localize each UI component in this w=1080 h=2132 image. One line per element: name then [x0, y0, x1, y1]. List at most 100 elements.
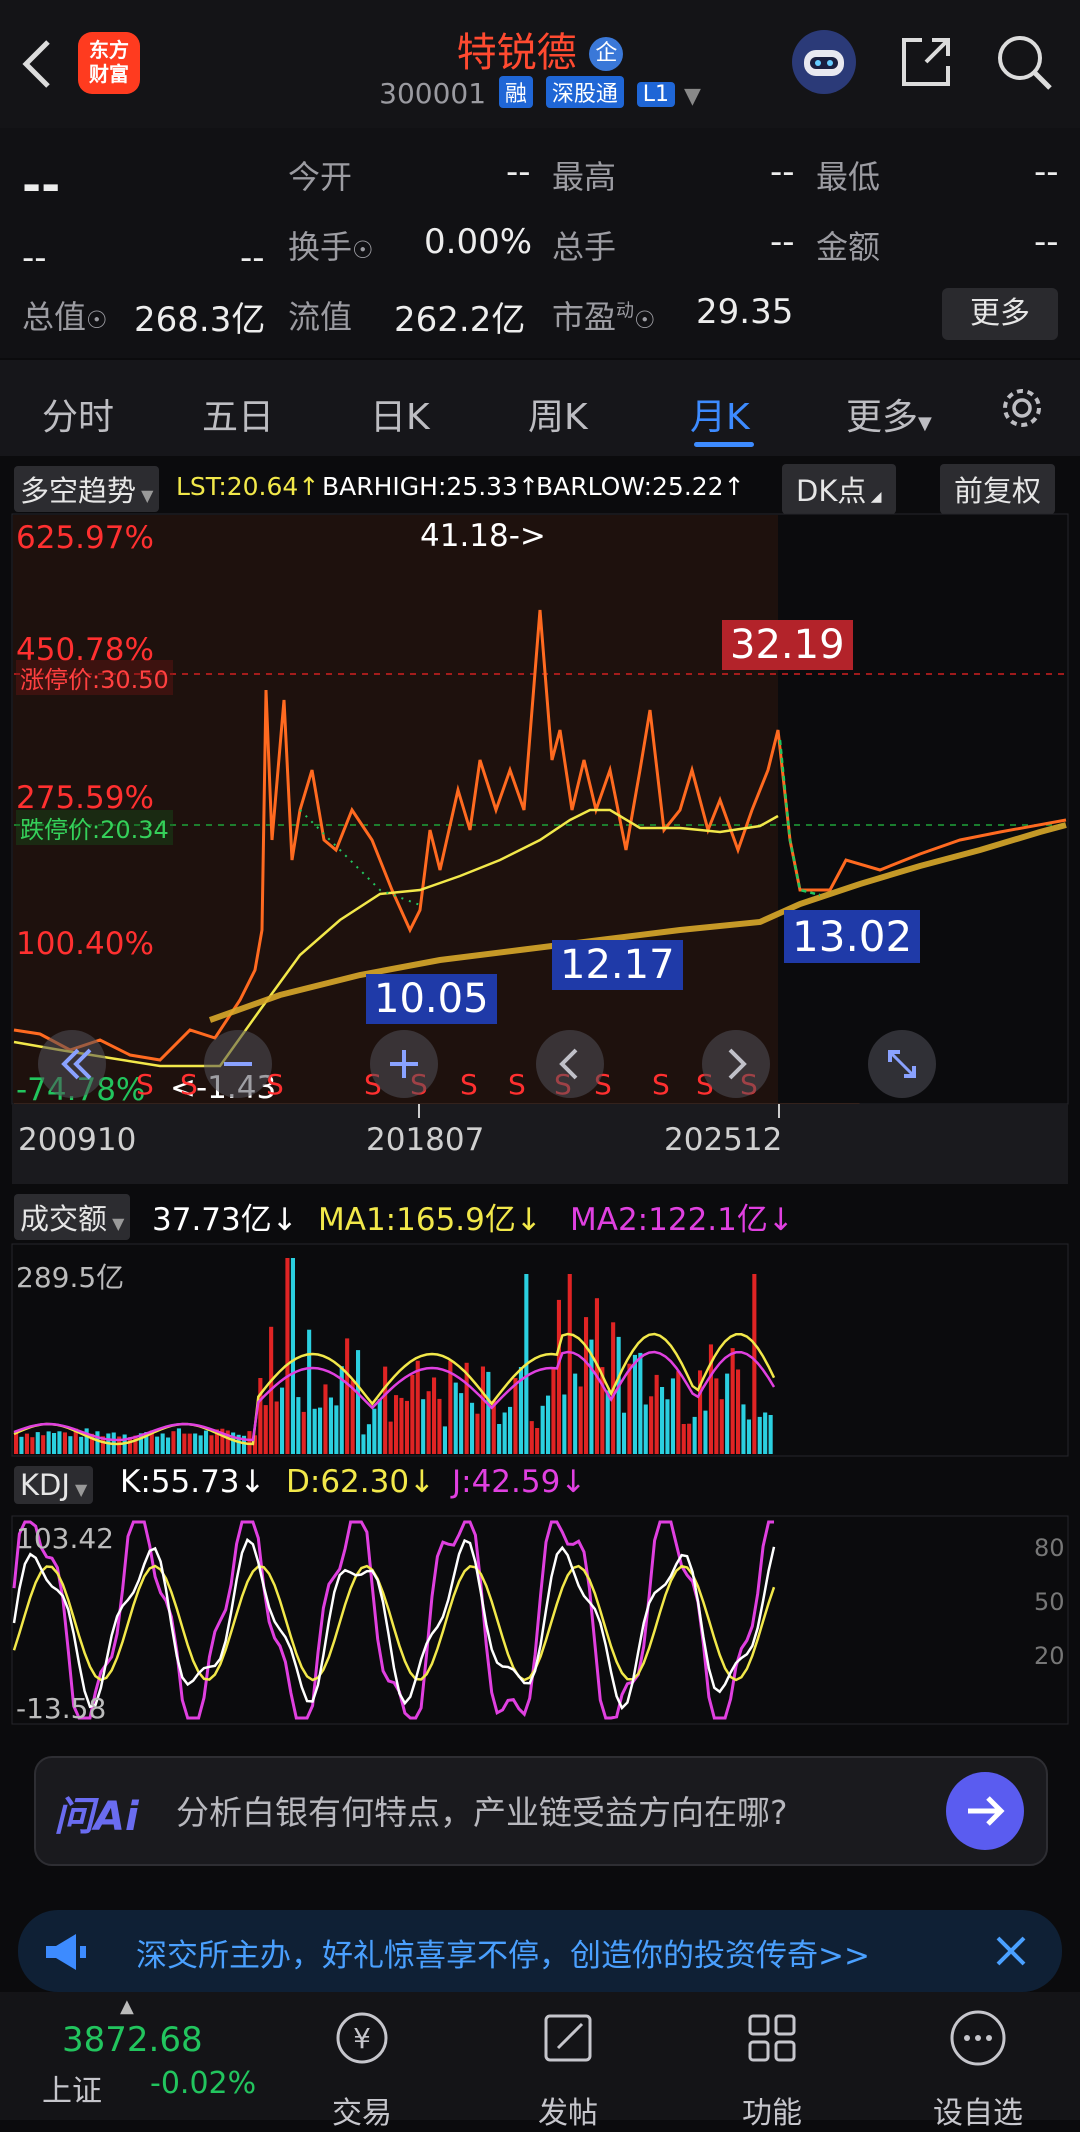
- volume-bar: [546, 1395, 551, 1454]
- trend-indicator-select[interactable]: 多空趋势 ▼: [14, 466, 160, 512]
- more-dots-icon[interactable]: [946, 2006, 1010, 2070]
- zoom-in-button[interactable]: [370, 1030, 438, 1098]
- volume-bar: [171, 1431, 176, 1454]
- volume-bar: [182, 1433, 187, 1454]
- tab-five-day[interactable]: 五日: [202, 388, 274, 440]
- pct-label-4: 100.40%: [16, 926, 154, 962]
- volume-bar: [366, 1424, 371, 1454]
- more-button[interactable]: 更多: [942, 288, 1058, 340]
- volume-bar: [166, 1437, 171, 1454]
- price-box-c: 13.02: [784, 910, 921, 963]
- scroll-left-button[interactable]: [536, 1030, 604, 1098]
- volume-ma2: MA2:122.1亿↓: [570, 1202, 794, 1238]
- forward-adjust-button[interactable]: 前复权: [940, 464, 1056, 514]
- volume-bar: [323, 1384, 328, 1454]
- kdj-indicator-select[interactable]: KDJ ▼: [14, 1466, 94, 1504]
- search-icon[interactable]: [994, 32, 1054, 92]
- x-axis-bar: [12, 1104, 1068, 1184]
- volume-bar: [632, 1354, 637, 1454]
- ai-question-bar[interactable]: 问Ai 分析白银有何特点，产业链受益方向在哪?: [34, 1756, 1048, 1866]
- index-name[interactable]: 上证: [42, 2066, 102, 2110]
- settings-gear-icon[interactable]: [998, 384, 1046, 432]
- volume-value: --: [770, 222, 795, 262]
- kdj-d-value: D:62.30↓: [286, 1464, 436, 1500]
- volume-bar: [627, 1363, 632, 1454]
- dk-point-button[interactable]: DK点 ◢: [782, 464, 896, 514]
- volume-bar: [46, 1431, 51, 1454]
- fullscreen-icon[interactable]: [868, 1030, 936, 1098]
- caret-up-icon: ▲: [120, 1996, 134, 2017]
- caret-down-icon: ▼: [136, 486, 154, 505]
- tab-monthly-k[interactable]: 月K: [690, 388, 750, 440]
- volume-bar: [394, 1395, 399, 1454]
- volume-bar: [556, 1299, 561, 1454]
- volume-bar: [535, 1428, 540, 1454]
- volume-bar: [432, 1377, 437, 1454]
- volume-bar: [676, 1371, 681, 1454]
- volume-bar: [687, 1423, 692, 1454]
- turnover-value: 0.00%: [424, 222, 533, 262]
- functions-icon[interactable]: [740, 2006, 804, 2070]
- nav-trade[interactable]: 交易: [297, 2088, 427, 2132]
- zoom-out-button[interactable]: [204, 1030, 272, 1098]
- amount-value: --: [1034, 222, 1059, 262]
- volume-chart: [11, 1243, 1069, 1457]
- price-change-pct: --: [240, 238, 265, 278]
- share-icon[interactable]: [896, 32, 956, 92]
- robot-assistant-icon[interactable]: [790, 28, 858, 96]
- volume-bar: [660, 1387, 665, 1454]
- trade-icon[interactable]: ¥: [330, 2006, 394, 2070]
- volume-bar: [377, 1399, 382, 1454]
- lst-value: LST:20.64↑: [176, 472, 320, 501]
- tab-daily-k[interactable]: 日K: [370, 388, 430, 440]
- volume-bar: [670, 1378, 675, 1454]
- volume-bar: [19, 1436, 24, 1454]
- volume-bar: [730, 1348, 735, 1454]
- total-value-label: 总值☉: [22, 298, 108, 336]
- index-value[interactable]: 3872.68: [62, 2020, 203, 2060]
- tab-intraday[interactable]: 分时: [42, 388, 114, 440]
- volume-bar: [404, 1400, 409, 1454]
- ai-question-text: 分析白银有何特点，产业链受益方向在哪?: [176, 1793, 788, 1832]
- volume-bar: [296, 1397, 301, 1454]
- volume-bar: [383, 1366, 388, 1454]
- kdj-chart: [11, 1515, 1069, 1725]
- volume-indicator-select[interactable]: 成交额 ▼: [14, 1194, 131, 1240]
- kdj-max-label: 103.42: [16, 1522, 114, 1555]
- x-label-mid: 201807: [366, 1122, 485, 1158]
- volume-bar: [274, 1401, 279, 1454]
- volume-bar: [529, 1421, 534, 1454]
- info-icon: ☉: [86, 306, 108, 334]
- volume-bar: [665, 1399, 670, 1454]
- scroll-right-button[interactable]: [702, 1030, 770, 1098]
- close-icon[interactable]: [986, 1926, 1036, 1976]
- volume-bar: [719, 1399, 724, 1454]
- scroll-left-fast-button[interactable]: [38, 1030, 106, 1098]
- volume-ma1: MA1:165.9亿↓: [318, 1202, 542, 1238]
- volume-bar: [508, 1406, 513, 1454]
- x-label-start: 200910: [18, 1122, 137, 1158]
- volume-bar: [334, 1405, 339, 1454]
- float-value: 262.2亿: [394, 300, 526, 340]
- nav-watchlist[interactable]: 设自选: [913, 2088, 1043, 2132]
- index-change[interactable]: -0.02%: [150, 2066, 256, 2101]
- nav-functions[interactable]: 功能: [707, 2088, 837, 2132]
- kdj-j-value: J:42.59↓: [452, 1464, 587, 1500]
- volume-bar: [573, 1373, 578, 1454]
- volume-bar: [415, 1360, 420, 1454]
- volume-bar: [757, 1416, 762, 1454]
- promo-banner[interactable]: 深交所主办，好礼惊喜享不停，创造你的投资传奇>>: [18, 1910, 1062, 1992]
- nav-post[interactable]: 发帖: [503, 2088, 633, 2132]
- post-icon[interactable]: [536, 2006, 600, 2070]
- volume-bar: [193, 1433, 198, 1454]
- turnover-label: 换手☉: [288, 228, 374, 266]
- arrow-right-icon[interactable]: [946, 1772, 1024, 1850]
- tab-weekly-k[interactable]: 周K: [528, 388, 588, 440]
- top-price-marker: 41.18->: [420, 518, 546, 554]
- megaphone-icon: [40, 1926, 92, 1978]
- volume-bar: [209, 1435, 214, 1454]
- volume-bar: [746, 1419, 751, 1454]
- volume-bar: [616, 1336, 621, 1454]
- tab-more[interactable]: 更多▼: [846, 388, 932, 440]
- volume-bar: [421, 1399, 426, 1454]
